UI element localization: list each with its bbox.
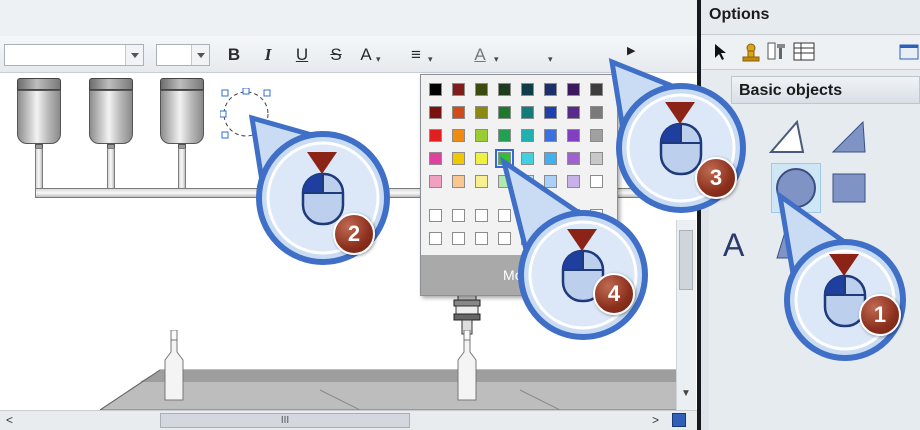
step-number-badge: 1 xyxy=(859,294,901,336)
horizontal-scroll-thumb[interactable]: III xyxy=(160,413,410,428)
color-swatch[interactable] xyxy=(521,106,534,119)
underline-button[interactable]: U xyxy=(292,44,312,66)
color-swatch[interactable] xyxy=(429,152,442,165)
chevron-down-icon xyxy=(191,45,209,65)
scroll-left-arrow-icon[interactable]: < xyxy=(6,413,13,427)
color-swatch[interactable] xyxy=(590,129,603,142)
color-swatch[interactable] xyxy=(475,175,488,188)
table-icon[interactable] xyxy=(793,42,815,62)
custom-color-swatch[interactable] xyxy=(429,232,442,245)
options-title: Options xyxy=(709,6,770,23)
color-swatch[interactable] xyxy=(567,129,580,142)
color-swatch[interactable] xyxy=(452,106,465,119)
callout-bubble xyxy=(499,156,648,340)
step-number-badge: 2 xyxy=(333,213,375,255)
scroll-down-arrow-icon[interactable]: ▼ xyxy=(681,388,691,399)
italic-button[interactable]: I xyxy=(258,44,278,66)
align-button[interactable]: ≡ xyxy=(406,44,426,66)
color-swatch[interactable] xyxy=(498,106,511,119)
color-swatch[interactable] xyxy=(452,175,465,188)
font-color-button[interactable]: A xyxy=(470,44,490,66)
color-swatch[interactable] xyxy=(452,129,465,142)
polyline-icon[interactable] xyxy=(767,118,807,156)
window-icon[interactable] xyxy=(899,42,919,62)
custom-color-swatch[interactable] xyxy=(452,232,465,245)
pipe xyxy=(35,148,43,192)
color-swatch[interactable] xyxy=(498,129,511,142)
fill-color-dropdown-icon[interactable]: ▾ xyxy=(548,54,553,65)
align-dropdown-icon[interactable]: ▾ xyxy=(428,54,433,65)
custom-color-swatch[interactable] xyxy=(475,209,488,222)
tank-graphic[interactable] xyxy=(89,78,133,152)
svg-text:A: A xyxy=(723,227,745,262)
color-swatch[interactable] xyxy=(567,83,580,96)
step-number-badge: 3 xyxy=(695,157,737,199)
step-number-badge: 4 xyxy=(593,273,635,315)
font-size-up-button[interactable]: A xyxy=(356,44,376,66)
chevron-down-icon xyxy=(125,45,143,65)
polygon-icon[interactable] xyxy=(829,118,869,156)
color-swatch[interactable] xyxy=(429,83,442,96)
font-color-dropdown-icon[interactable]: ▾ xyxy=(494,54,499,65)
conveyor-graphic xyxy=(100,369,680,410)
vertical-scroll-thumb[interactable] xyxy=(679,230,693,290)
color-swatch[interactable] xyxy=(544,106,557,119)
scroll-right-arrow-icon[interactable]: > xyxy=(652,413,659,427)
custom-color-swatch[interactable] xyxy=(429,209,442,222)
font-family-dropdown[interactable] xyxy=(4,44,144,66)
color-swatch[interactable] xyxy=(475,83,488,96)
color-swatch[interactable] xyxy=(567,106,580,119)
bottle-graphic xyxy=(164,330,184,401)
font-size-up-dropdown-icon[interactable]: ▾ xyxy=(376,54,381,65)
color-swatch[interactable] xyxy=(429,106,442,119)
strikethrough-button[interactable]: S xyxy=(326,44,346,66)
basic-objects-title: Basic objects xyxy=(739,82,843,99)
font-size-dropdown[interactable] xyxy=(156,44,210,66)
color-swatch[interactable] xyxy=(498,83,511,96)
horizontal-scrollbar[interactable]: < III > xyxy=(0,410,697,430)
color-swatch[interactable] xyxy=(544,83,557,96)
custom-color-swatch[interactable] xyxy=(452,209,465,222)
color-swatch[interactable] xyxy=(590,83,603,96)
color-swatch[interactable] xyxy=(429,129,442,142)
color-swatch[interactable] xyxy=(521,83,534,96)
bold-button[interactable]: B xyxy=(224,44,244,66)
editor-tab-strip xyxy=(0,0,697,37)
color-swatch[interactable] xyxy=(475,152,488,165)
callout-bubble xyxy=(776,190,906,361)
color-swatch[interactable] xyxy=(429,175,442,188)
bottle-graphic xyxy=(457,330,477,401)
tank-graphic[interactable] xyxy=(160,78,204,152)
color-swatch[interactable] xyxy=(544,129,557,142)
properties-icon[interactable] xyxy=(767,42,787,62)
color-swatch[interactable] xyxy=(475,129,488,142)
text-icon[interactable]: A xyxy=(721,226,751,262)
navigator-icon[interactable] xyxy=(672,413,686,427)
pipe xyxy=(178,148,186,192)
color-swatch[interactable] xyxy=(590,106,603,119)
vertical-scrollbar[interactable]: ▼ xyxy=(676,220,696,410)
format-toolbar: B I U S A ▾ ≡ ▾ A ▾ ▾ ▾ ▶ xyxy=(0,36,697,104)
color-swatch[interactable] xyxy=(452,83,465,96)
pipe xyxy=(107,148,115,192)
color-swatch[interactable] xyxy=(475,106,488,119)
color-swatch[interactable] xyxy=(452,152,465,165)
tank-graphic[interactable] xyxy=(17,78,61,152)
color-swatch[interactable] xyxy=(521,129,534,142)
custom-color-swatch[interactable] xyxy=(475,232,488,245)
